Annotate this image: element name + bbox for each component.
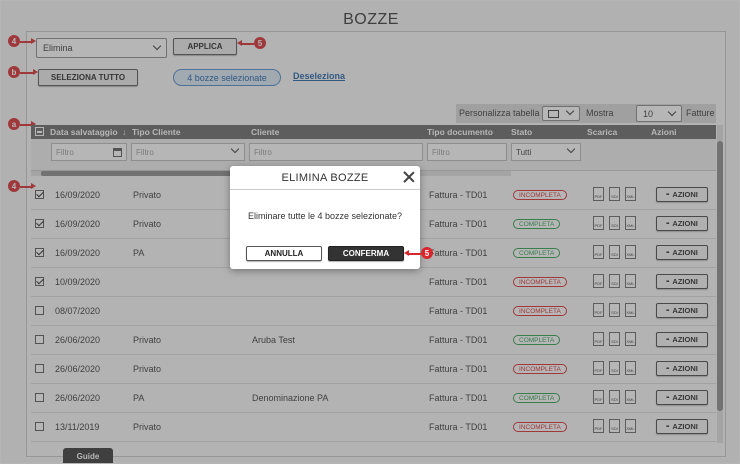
- marker-5-confirm: 5: [421, 247, 433, 259]
- dialog-divider: [230, 189, 420, 190]
- dialog-message: Eliminare tutte le 4 bozze selezionate?: [247, 211, 403, 221]
- marker-arrow: [409, 253, 421, 255]
- marker-arrow-head: [404, 250, 409, 256]
- app-frame: BOZZE Elimina APPLICA SELEZIONA TUTTO 4 …: [0, 0, 740, 464]
- close-icon[interactable]: [403, 171, 415, 183]
- delete-drafts-dialog: ELIMINA BOZZE Eliminare tutte le 4 bozze…: [230, 166, 420, 269]
- dialog-title: ELIMINA BOZZE: [281, 172, 369, 184]
- cancel-button[interactable]: ANNULLA: [246, 246, 322, 261]
- confirm-button[interactable]: CONFERMA: [328, 246, 404, 261]
